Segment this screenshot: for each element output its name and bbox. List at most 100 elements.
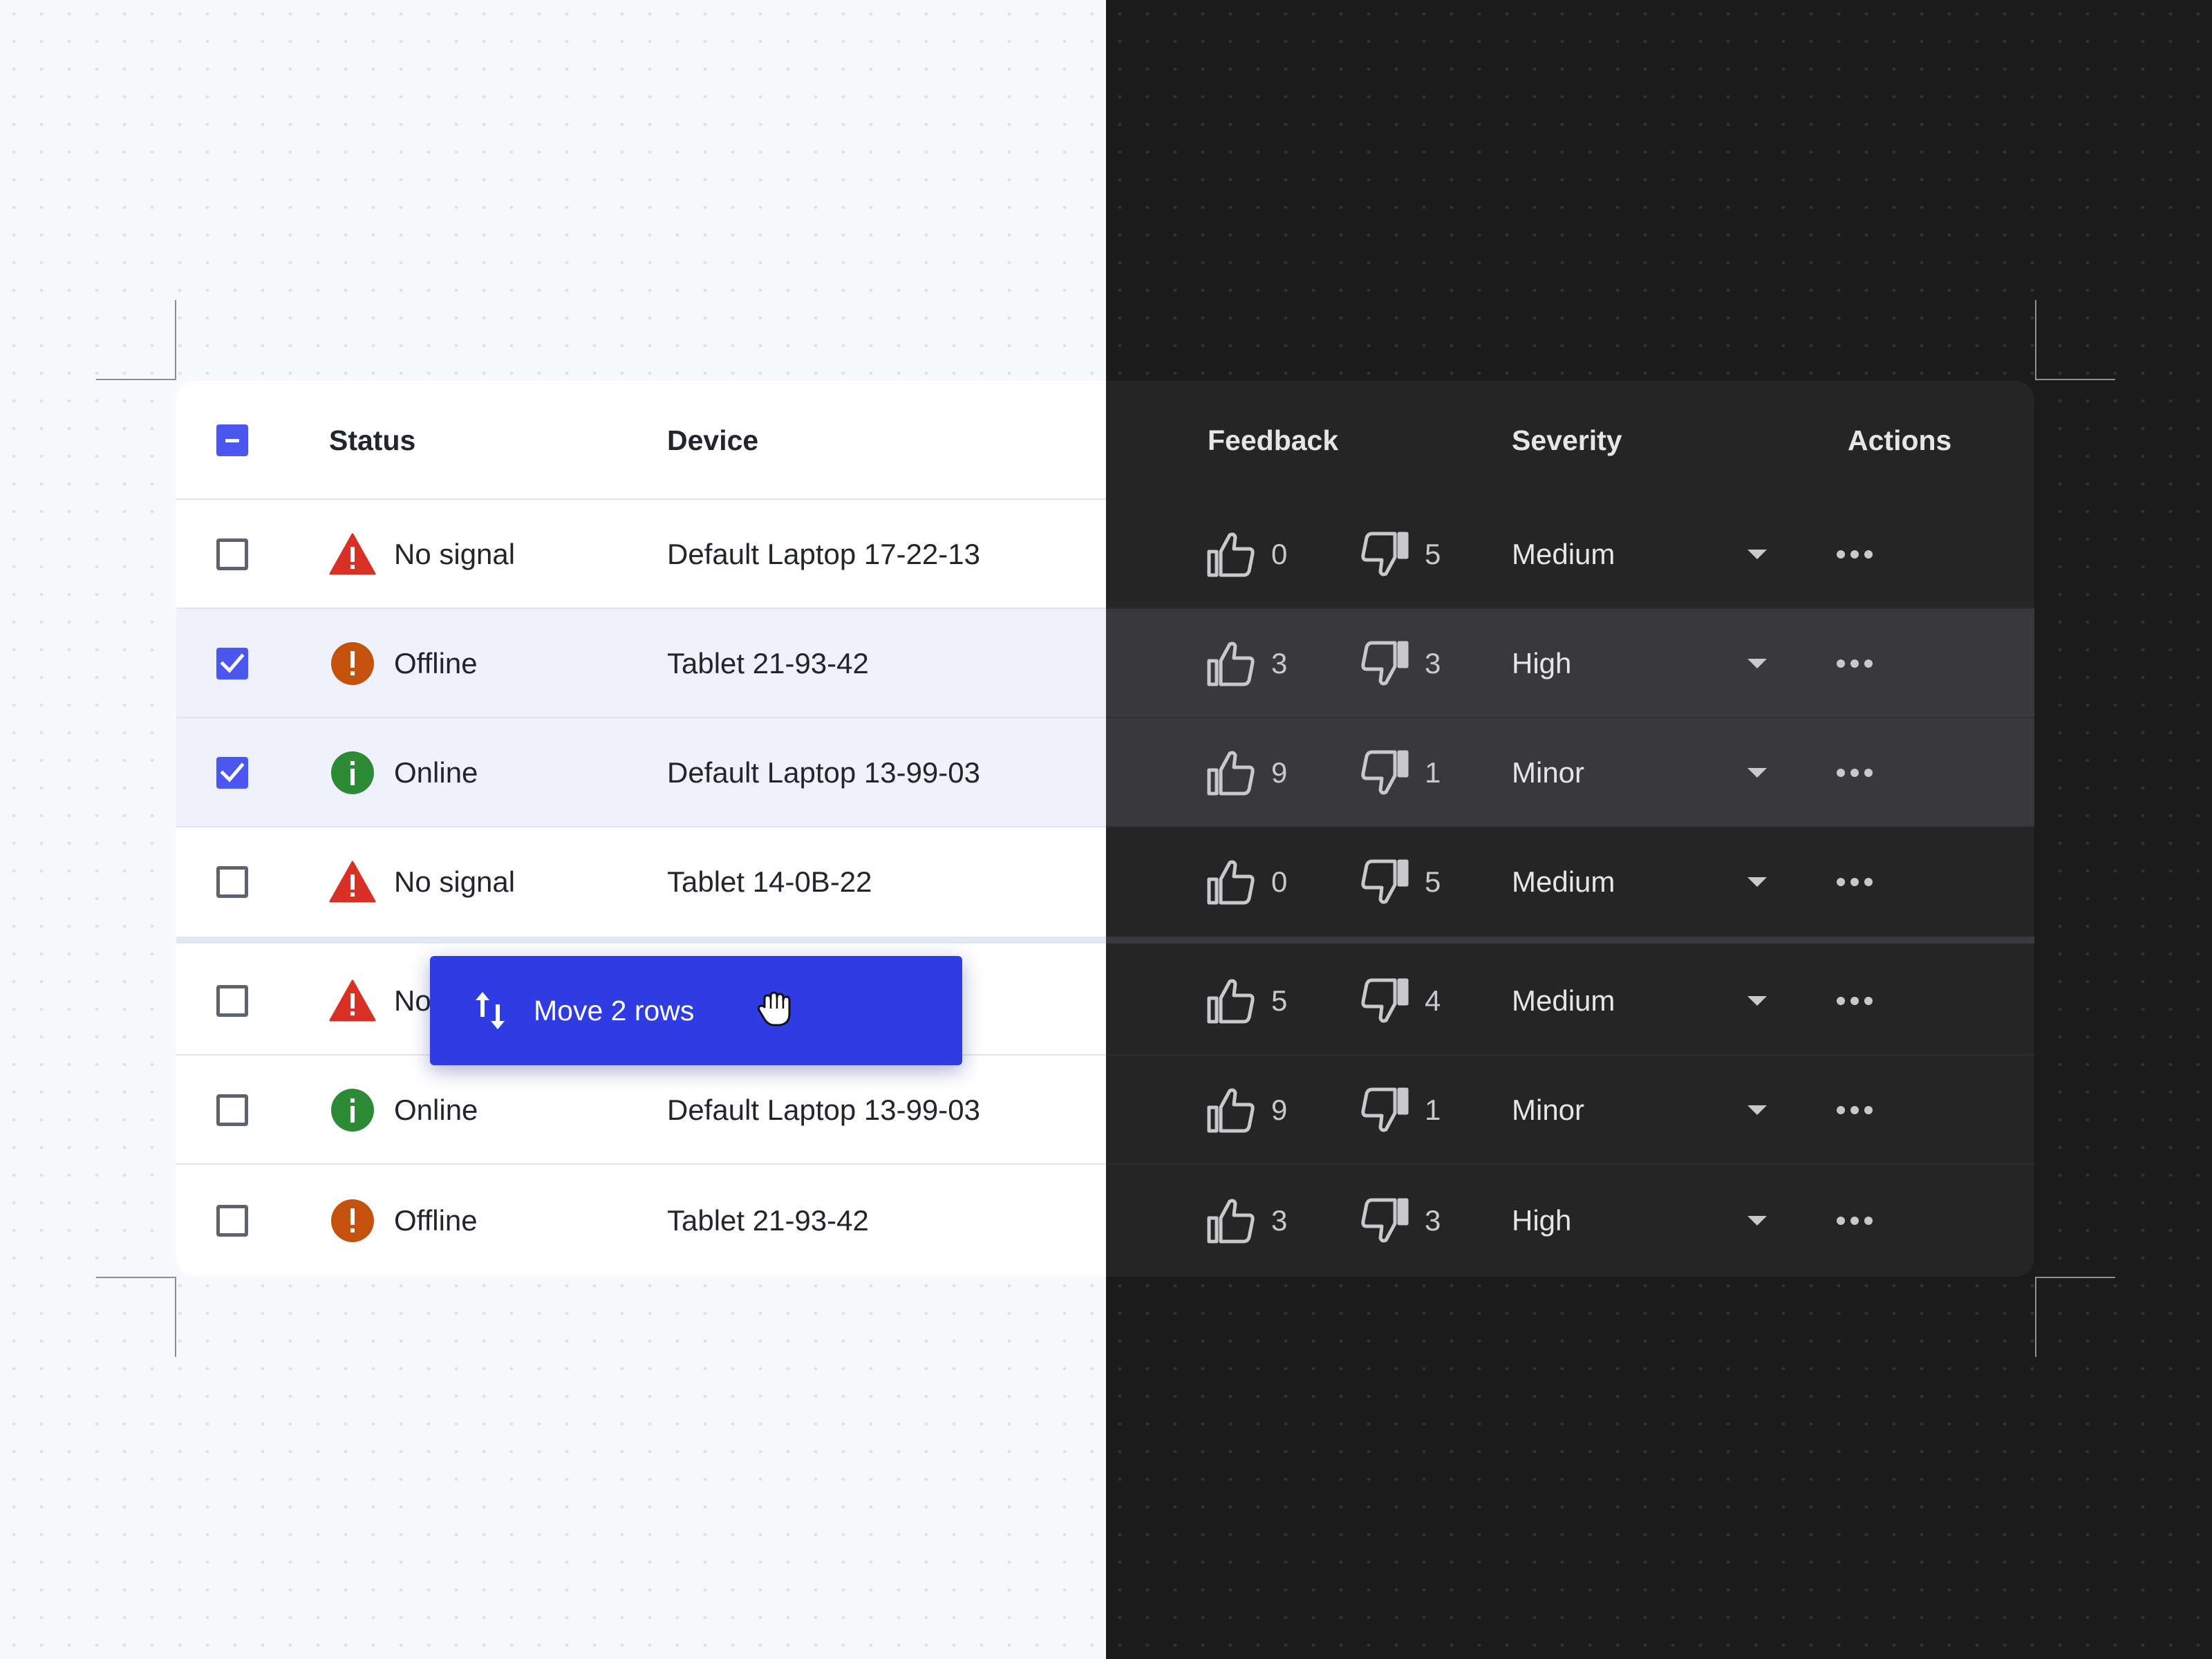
likes-count: 3 <box>1271 647 1288 679</box>
more-horizontal-icon <box>1836 550 1873 559</box>
thumbs-down-icon[interactable] <box>1360 976 1409 1026</box>
thumbs-up-icon[interactable] <box>1206 1085 1256 1135</box>
dislikes-count: 1 <box>1425 756 1441 789</box>
thumbs-up-icon[interactable] <box>1206 976 1256 1026</box>
column-header-device[interactable]: Device <box>667 381 758 500</box>
device-name: Tablet 14-0B-22 <box>667 865 872 898</box>
severity-value: High <box>1512 647 1572 679</box>
table-row[interactable]: Offline Tablet 21-93-42 3 3 High <box>176 1165 2034 1277</box>
thumbs-down-icon[interactable] <box>1360 1196 1409 1246</box>
severity-value: Minor <box>1512 1094 1585 1126</box>
drop-indicator <box>176 937 1106 944</box>
dislikes-count: 5 <box>1425 865 1441 898</box>
thumbs-up-icon[interactable] <box>1206 748 1256 798</box>
row-checkbox[interactable] <box>216 1205 248 1237</box>
column-header-status[interactable]: Status <box>329 381 415 500</box>
dislikes-count: 4 <box>1425 984 1441 1017</box>
chevron-down-icon <box>1747 1105 1768 1116</box>
warning-triangle-icon <box>329 531 376 578</box>
severity-value: Minor <box>1512 756 1585 789</box>
thumbs-down-icon[interactable] <box>1360 639 1409 688</box>
more-horizontal-icon <box>1836 996 1873 1006</box>
severity-select[interactable]: Minor <box>1512 718 1816 827</box>
more-actions-button[interactable] <box>1836 946 1873 1056</box>
severity-value: Medium <box>1512 865 1615 898</box>
more-horizontal-icon <box>1836 1105 1873 1115</box>
dislikes-count: 3 <box>1425 1204 1441 1237</box>
likes-count: 9 <box>1271 1094 1288 1126</box>
device-name: Default Laptop 13-99-03 <box>667 1094 980 1126</box>
column-header-feedback[interactable]: Feedback <box>1208 381 1338 500</box>
drag-move-rows-chip[interactable]: Move 2 rows <box>430 956 962 1065</box>
row-checkbox[interactable] <box>216 1094 248 1126</box>
likes-count: 0 <box>1271 865 1288 898</box>
thumbs-up-icon[interactable] <box>1206 529 1256 579</box>
more-horizontal-icon <box>1836 768 1873 778</box>
thumbs-down-icon[interactable] <box>1360 529 1409 579</box>
severity-value: High <box>1512 1204 1572 1237</box>
thumbs-down-icon[interactable] <box>1360 1085 1409 1135</box>
severity-select[interactable]: Medium <box>1512 500 1816 609</box>
more-actions-button[interactable] <box>1836 1056 1873 1165</box>
table-row[interactable]: No signal Tablet 14-0B-22 0 5 Medium <box>176 827 2034 937</box>
thumbs-down-icon[interactable] <box>1360 748 1409 798</box>
more-horizontal-icon <box>1836 659 1873 668</box>
device-name: Default Laptop 17-22-13 <box>667 538 980 570</box>
likes-count: 9 <box>1271 756 1288 789</box>
column-header-actions: Actions <box>1848 424 1952 456</box>
crop-mark <box>96 1277 176 1278</box>
more-actions-button[interactable] <box>1836 718 1873 827</box>
likes-count: 5 <box>1271 984 1288 1017</box>
crop-mark <box>2035 300 2036 380</box>
swap-vertical-icon <box>474 988 513 1033</box>
row-checkbox[interactable] <box>216 866 248 898</box>
more-actions-button[interactable] <box>1836 1165 1873 1277</box>
more-actions-button[interactable] <box>1836 827 1873 937</box>
more-actions-button[interactable] <box>1836 500 1873 609</box>
chevron-down-icon <box>1747 877 1768 888</box>
table-row[interactable]: Online Default Laptop 13-99-03 9 1 Minor <box>176 1056 2034 1165</box>
chevron-down-icon <box>1747 767 1768 778</box>
chevron-down-icon <box>1747 995 1768 1006</box>
row-checkbox[interactable] <box>216 757 248 789</box>
status-text: No signal <box>394 865 516 898</box>
row-checkbox[interactable] <box>216 538 248 570</box>
table-row[interactable]: Online Default Laptop 13-99-03 9 1 Minor <box>176 718 2034 827</box>
thumbs-up-icon[interactable] <box>1206 1196 1256 1246</box>
drag-chip-label: Move 2 rows <box>534 994 695 1027</box>
severity-select[interactable]: High <box>1512 609 1816 718</box>
crop-mark <box>2035 1277 2036 1357</box>
severity-select[interactable]: Minor <box>1512 1056 1816 1165</box>
chevron-down-icon <box>1747 658 1768 669</box>
dislikes-count: 3 <box>1425 647 1441 679</box>
more-actions-button[interactable] <box>1836 609 1873 718</box>
table-row[interactable]: No signal Default Laptop 17-22-13 0 5 Me… <box>176 500 2034 609</box>
severity-select[interactable]: Medium <box>1512 946 1816 1056</box>
likes-count: 3 <box>1271 1204 1288 1237</box>
row-checkbox[interactable] <box>216 648 248 679</box>
severity-value: Medium <box>1512 538 1615 570</box>
crop-mark <box>175 1277 176 1357</box>
device-name: Default Laptop 13-99-03 <box>667 756 980 789</box>
thumbs-up-icon[interactable] <box>1206 857 1256 907</box>
info-circle-icon <box>329 1087 376 1134</box>
status-text: Offline <box>394 647 478 679</box>
status-text: Offline <box>394 1204 478 1237</box>
status-text: Online <box>394 756 478 789</box>
grab-hand-cursor-icon <box>755 988 796 1029</box>
error-circle-icon <box>329 1197 376 1244</box>
crop-mark <box>2035 379 2115 380</box>
thumbs-down-icon[interactable] <box>1360 857 1409 907</box>
warning-triangle-icon <box>329 859 376 906</box>
crop-mark <box>175 300 176 380</box>
severity-select[interactable]: Medium <box>1512 827 1816 937</box>
table-header-row: Status Device Feedback Severity Actions <box>176 381 2034 500</box>
chevron-down-icon <box>1747 549 1768 560</box>
select-all-checkbox[interactable] <box>216 424 248 456</box>
severity-select[interactable]: High <box>1512 1165 1816 1277</box>
column-header-severity[interactable]: Severity <box>1512 381 1622 500</box>
table-row[interactable]: Offline Tablet 21-93-42 3 3 High <box>176 609 2034 718</box>
status-text: No signal <box>394 538 516 570</box>
thumbs-up-icon[interactable] <box>1206 639 1256 688</box>
row-checkbox[interactable] <box>216 985 248 1017</box>
